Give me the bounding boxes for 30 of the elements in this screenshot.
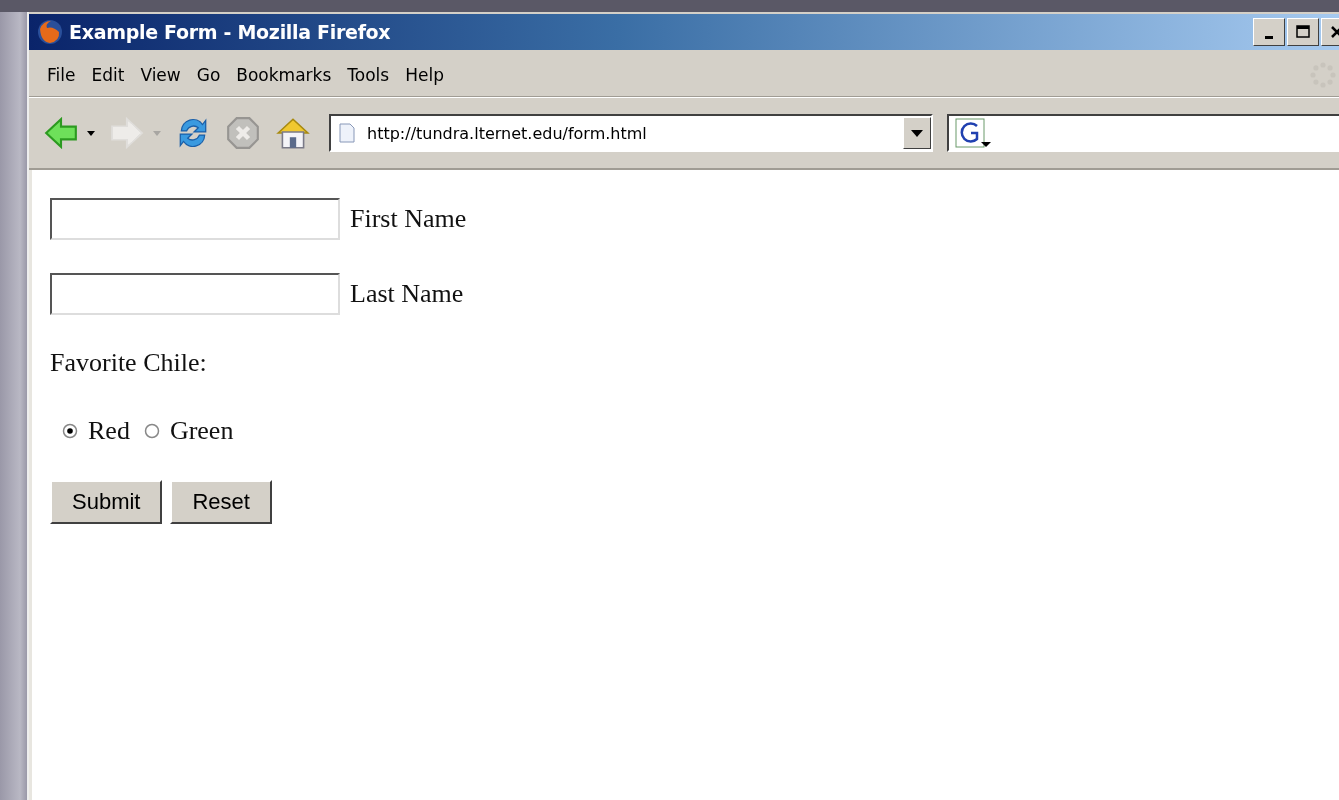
radio-button[interactable] — [62, 423, 78, 439]
text-input-field[interactable] — [50, 198, 340, 240]
search-field[interactable] — [947, 114, 1339, 152]
page-icon — [339, 123, 355, 143]
firefox-logo-icon — [37, 19, 63, 45]
menu-item[interactable]: View — [140, 61, 197, 89]
radio-label: Red — [88, 416, 130, 446]
submit-button[interactable]: Submit — [50, 480, 163, 524]
dropdown-button[interactable] — [903, 117, 931, 149]
text-input-field[interactable] — [50, 273, 340, 315]
question-label: Favorite Chile: — [50, 348, 208, 378]
maximize-button[interactable] — [1287, 18, 1319, 46]
menu-item[interactable]: Bookmarks — [236, 61, 348, 89]
minimize-button[interactable] — [1253, 18, 1285, 46]
maximize-icon — [1295, 24, 1311, 40]
window-title: Example Form - Mozilla Firefox — [69, 21, 391, 43]
reset-button[interactable]: Reset — [170, 480, 272, 524]
field-label: Last Name — [350, 279, 464, 309]
menu-item[interactable]: Edit — [91, 61, 141, 89]
caret-icon — [911, 129, 923, 137]
address-bar[interactable]: http://tundra.lternet.edu/form.html — [329, 114, 933, 152]
menu-item[interactable]: File — [47, 61, 92, 89]
menu-item[interactable]: Tools — [347, 61, 406, 89]
menu-item[interactable]: Help — [405, 61, 460, 89]
menu-item[interactable]: Go — [196, 61, 237, 89]
field-label: First Name — [350, 204, 467, 234]
caret-icon[interactable] — [87, 130, 95, 136]
radio-button[interactable] — [143, 423, 160, 439]
minimize-icon — [1265, 35, 1273, 39]
radio-label: Green — [169, 416, 234, 446]
